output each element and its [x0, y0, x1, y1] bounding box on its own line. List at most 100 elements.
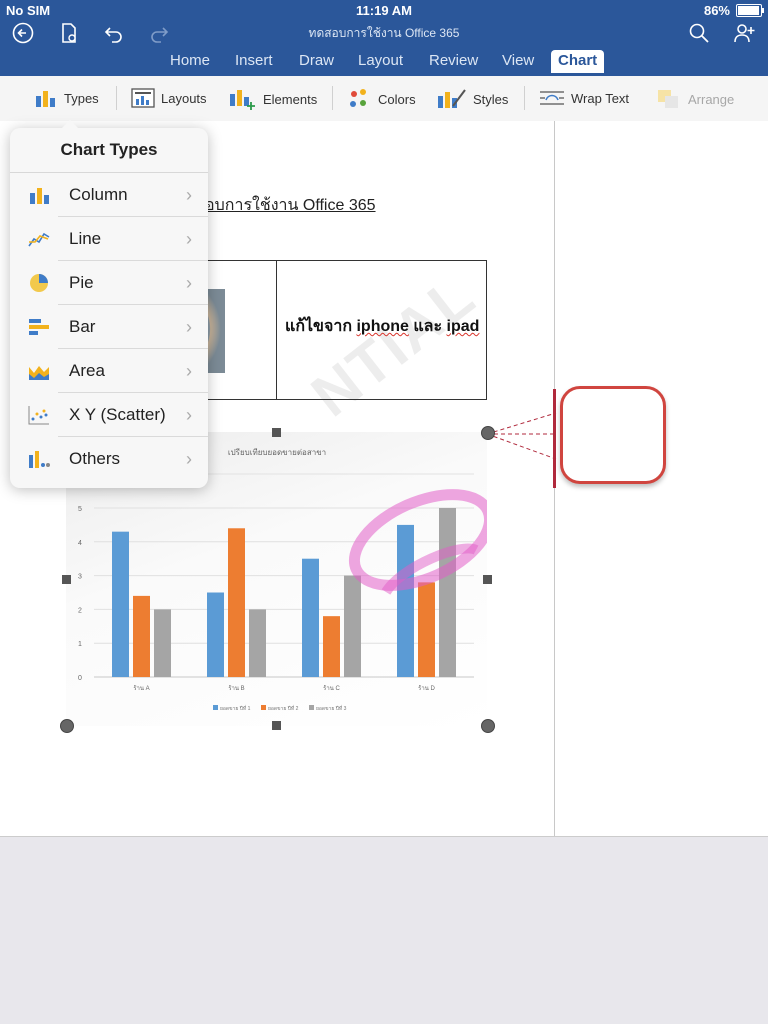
popover-title: Chart Types [10, 128, 208, 173]
title-bar: No SIM 11:19 AM 86% ทดสอบการใช้งาน Offic… [0, 0, 768, 76]
back-icon[interactable] [12, 22, 34, 44]
chevron-right-icon: › [186, 273, 192, 293]
x-tick-label: ร้าน C [323, 685, 340, 692]
legend-entry[interactable]: ยอดขาย ปีที่ 3 [316, 705, 347, 712]
chart-types-popover: Chart Types Column › Line › Pie › Bar › Area… [10, 120, 208, 488]
tab-review[interactable]: Review [429, 52, 478, 69]
resize-handle-top[interactable] [272, 428, 281, 437]
chart-type-area[interactable]: Area › [10, 349, 208, 393]
tab-insert[interactable]: Insert [235, 52, 273, 69]
x-tick-label: ร้าน B [228, 685, 244, 692]
bar-series3-cat2[interactable] [249, 609, 266, 677]
chart-type-scatter[interactable]: X Y (Scatter) › [10, 393, 208, 437]
layouts-icon [131, 88, 155, 108]
tab-chart[interactable]: Chart [551, 50, 605, 73]
bar-series2-cat1[interactable] [133, 595, 150, 677]
layouts-button[interactable]: Layouts [131, 88, 207, 108]
redo-icon[interactable] [148, 22, 170, 44]
elements-label: Elements [263, 91, 318, 107]
chart-type-column[interactable]: Column › [10, 173, 208, 217]
scatter-chart-icon [28, 406, 49, 425]
column-chart-icon [30, 188, 49, 204]
y-tick-label: 3 [78, 574, 82, 581]
resize-handle-bottom-right[interactable] [481, 719, 495, 733]
legend-entry[interactable]: ยอดขาย ปีที่ 1 [220, 705, 251, 712]
legend-entry[interactable]: ยอดขาย ปีที่ 2 [268, 705, 299, 712]
wrap-text-button[interactable]: Wrap Text [539, 88, 629, 108]
share-person-icon[interactable] [733, 22, 755, 44]
battery-indicator: 86% [703, 3, 764, 18]
chevron-right-icon: › [186, 229, 192, 249]
chart-type-pie[interactable]: Pie › [10, 261, 208, 305]
wrap-text-label: Wrap Text [571, 90, 630, 106]
chart-type-bar[interactable]: Bar › [10, 305, 208, 349]
tab-layout[interactable]: Layout [358, 52, 403, 69]
arrange-icon [658, 90, 678, 108]
legend-swatch [213, 705, 218, 710]
callout-shape[interactable] [560, 386, 666, 484]
others-chart-icon [29, 451, 50, 468]
wrap-text-icon [540, 91, 564, 105]
types-button[interactable]: Types [34, 88, 99, 108]
colors-icon [350, 89, 366, 107]
bar-series3-cat1[interactable] [154, 609, 171, 677]
x-tick-label: ร้าน A [133, 685, 149, 692]
bar-series1-cat1[interactable] [112, 531, 129, 677]
battery-icon [736, 4, 764, 17]
column-chart-icon [36, 91, 55, 107]
callout-bar [553, 389, 556, 488]
chart-type-others[interactable]: Others › [10, 437, 208, 481]
resize-handle-right[interactable] [483, 575, 492, 584]
chart-title[interactable]: เปรียบเทียบยอดขายต่อสาขา [228, 448, 326, 457]
y-tick-label: 1 [78, 641, 82, 648]
tab-home[interactable]: Home [170, 52, 210, 69]
resize-handle-bottom-left[interactable] [60, 719, 74, 733]
bar-series3-cat3[interactable] [344, 575, 361, 677]
pie-chart-icon [30, 274, 48, 292]
elements-button[interactable]: Elements [229, 88, 317, 110]
arrange-button[interactable]: Arrange [656, 88, 734, 110]
bar-series1-cat3[interactable] [302, 558, 319, 677]
status-bar: No SIM 11:19 AM 86% [0, 0, 768, 20]
elements-icon [230, 90, 255, 110]
bar-series1-cat4[interactable] [397, 524, 414, 677]
resize-handle-left[interactable] [62, 575, 71, 584]
chevron-right-icon: › [186, 317, 192, 337]
bar-series2-cat4[interactable] [418, 582, 435, 677]
styles-label: Styles [473, 91, 509, 107]
y-tick-label: 4 [78, 540, 82, 547]
resize-handle-bottom[interactable] [272, 721, 281, 730]
chevron-right-icon: › [186, 449, 192, 469]
arrange-label: Arrange [688, 91, 735, 107]
colors-label: Colors [378, 91, 416, 107]
y-tick-label: 2 [78, 607, 82, 614]
legend-swatch [309, 705, 314, 710]
styles-button[interactable]: Styles [437, 88, 508, 110]
bar-series1-cat2[interactable] [207, 592, 224, 678]
legend-swatch [261, 705, 266, 710]
undo-icon[interactable] [103, 22, 125, 44]
ribbon-tabs: Home Insert Draw Layout Review View Char… [0, 50, 768, 76]
styles-icon [438, 89, 466, 108]
types-label: Types [64, 90, 99, 106]
resize-handle-top-right[interactable] [481, 426, 495, 440]
colors-button[interactable]: Colors [348, 88, 416, 110]
bar-series2-cat2[interactable] [228, 528, 245, 677]
clock: 11:19 AM [356, 3, 412, 18]
chart-type-line[interactable]: Line › [10, 217, 208, 261]
chart-ribbon: Types Layouts Elements Colors Styles Wra… [0, 76, 768, 122]
tab-draw[interactable]: Draw [299, 52, 334, 69]
bar-chart-icon [29, 319, 49, 335]
chevron-right-icon: › [186, 405, 192, 425]
y-tick-label: 0 [78, 675, 82, 682]
line-chart-icon [28, 232, 50, 247]
file-menu-icon[interactable] [58, 22, 80, 44]
tab-view[interactable]: View [502, 52, 534, 69]
battery-percent: 86% [703, 3, 730, 18]
x-tick-label: ร้าน D [418, 685, 435, 692]
bar-series2-cat3[interactable] [323, 616, 340, 677]
search-icon[interactable] [688, 22, 710, 44]
y-tick-label: 5 [78, 506, 82, 513]
layouts-label: Layouts [161, 90, 207, 106]
bar-series3-cat4[interactable] [439, 508, 456, 677]
